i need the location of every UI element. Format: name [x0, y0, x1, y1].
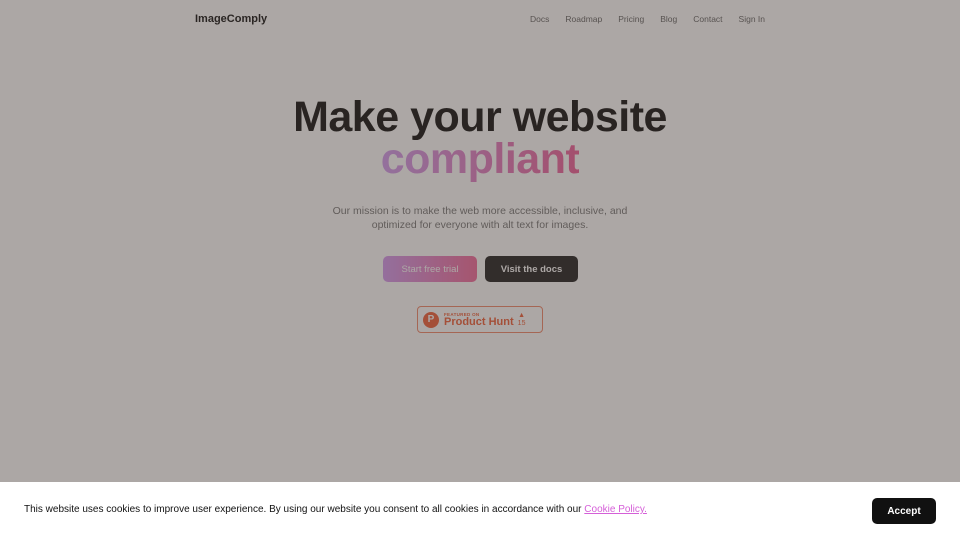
- hero-title: Make your website compliant: [0, 93, 960, 183]
- page: ImageComply Docs Roadmap Pricing Blog Co…: [0, 0, 960, 540]
- nav-pricing[interactable]: Pricing: [618, 14, 644, 24]
- cookie-message-text: This website uses cookies to improve use…: [24, 504, 585, 515]
- cookie-policy-link[interactable]: Cookie Policy.: [584, 504, 647, 515]
- nav-sign-in[interactable]: Sign In: [739, 14, 765, 24]
- cookie-banner: This website uses cookies to improve use…: [0, 482, 960, 540]
- cookie-message: This website uses cookies to improve use…: [24, 504, 647, 515]
- product-hunt-badge[interactable]: P FEATURED ON Product Hunt ▲ 15: [417, 306, 543, 333]
- triangle-up-icon: ▲: [518, 311, 526, 319]
- visit-docs-button[interactable]: Visit the docs: [485, 256, 578, 282]
- upvote-count: ▲ 15: [518, 312, 526, 328]
- brand-logo[interactable]: ImageComply: [195, 13, 267, 25]
- product-hunt-text: FEATURED ON Product Hunt: [444, 312, 514, 328]
- product-hunt-logo-icon: P: [423, 311, 439, 328]
- start-free-trial-button[interactable]: Start free trial: [383, 256, 477, 282]
- nav-links: Docs Roadmap Pricing Blog Contact Sign I…: [530, 14, 765, 24]
- vote-count: 15: [517, 319, 526, 327]
- nav-blog[interactable]: Blog: [660, 14, 677, 24]
- nav-roadmap[interactable]: Roadmap: [565, 14, 602, 24]
- top-nav: ImageComply Docs Roadmap Pricing Blog Co…: [0, 0, 960, 40]
- nav-contact[interactable]: Contact: [693, 14, 722, 24]
- hero-subtitle: Our mission is to make the web more acce…: [332, 205, 628, 231]
- hero-buttons: Start free trial Visit the docs: [383, 256, 578, 282]
- hero-title-highlight: compliant: [380, 135, 580, 183]
- nav-docs[interactable]: Docs: [530, 14, 549, 24]
- accept-cookies-button[interactable]: Accept: [872, 498, 936, 524]
- hero-title-line1: Make your website: [293, 93, 667, 141]
- product-hunt-name: Product Hunt: [444, 315, 514, 328]
